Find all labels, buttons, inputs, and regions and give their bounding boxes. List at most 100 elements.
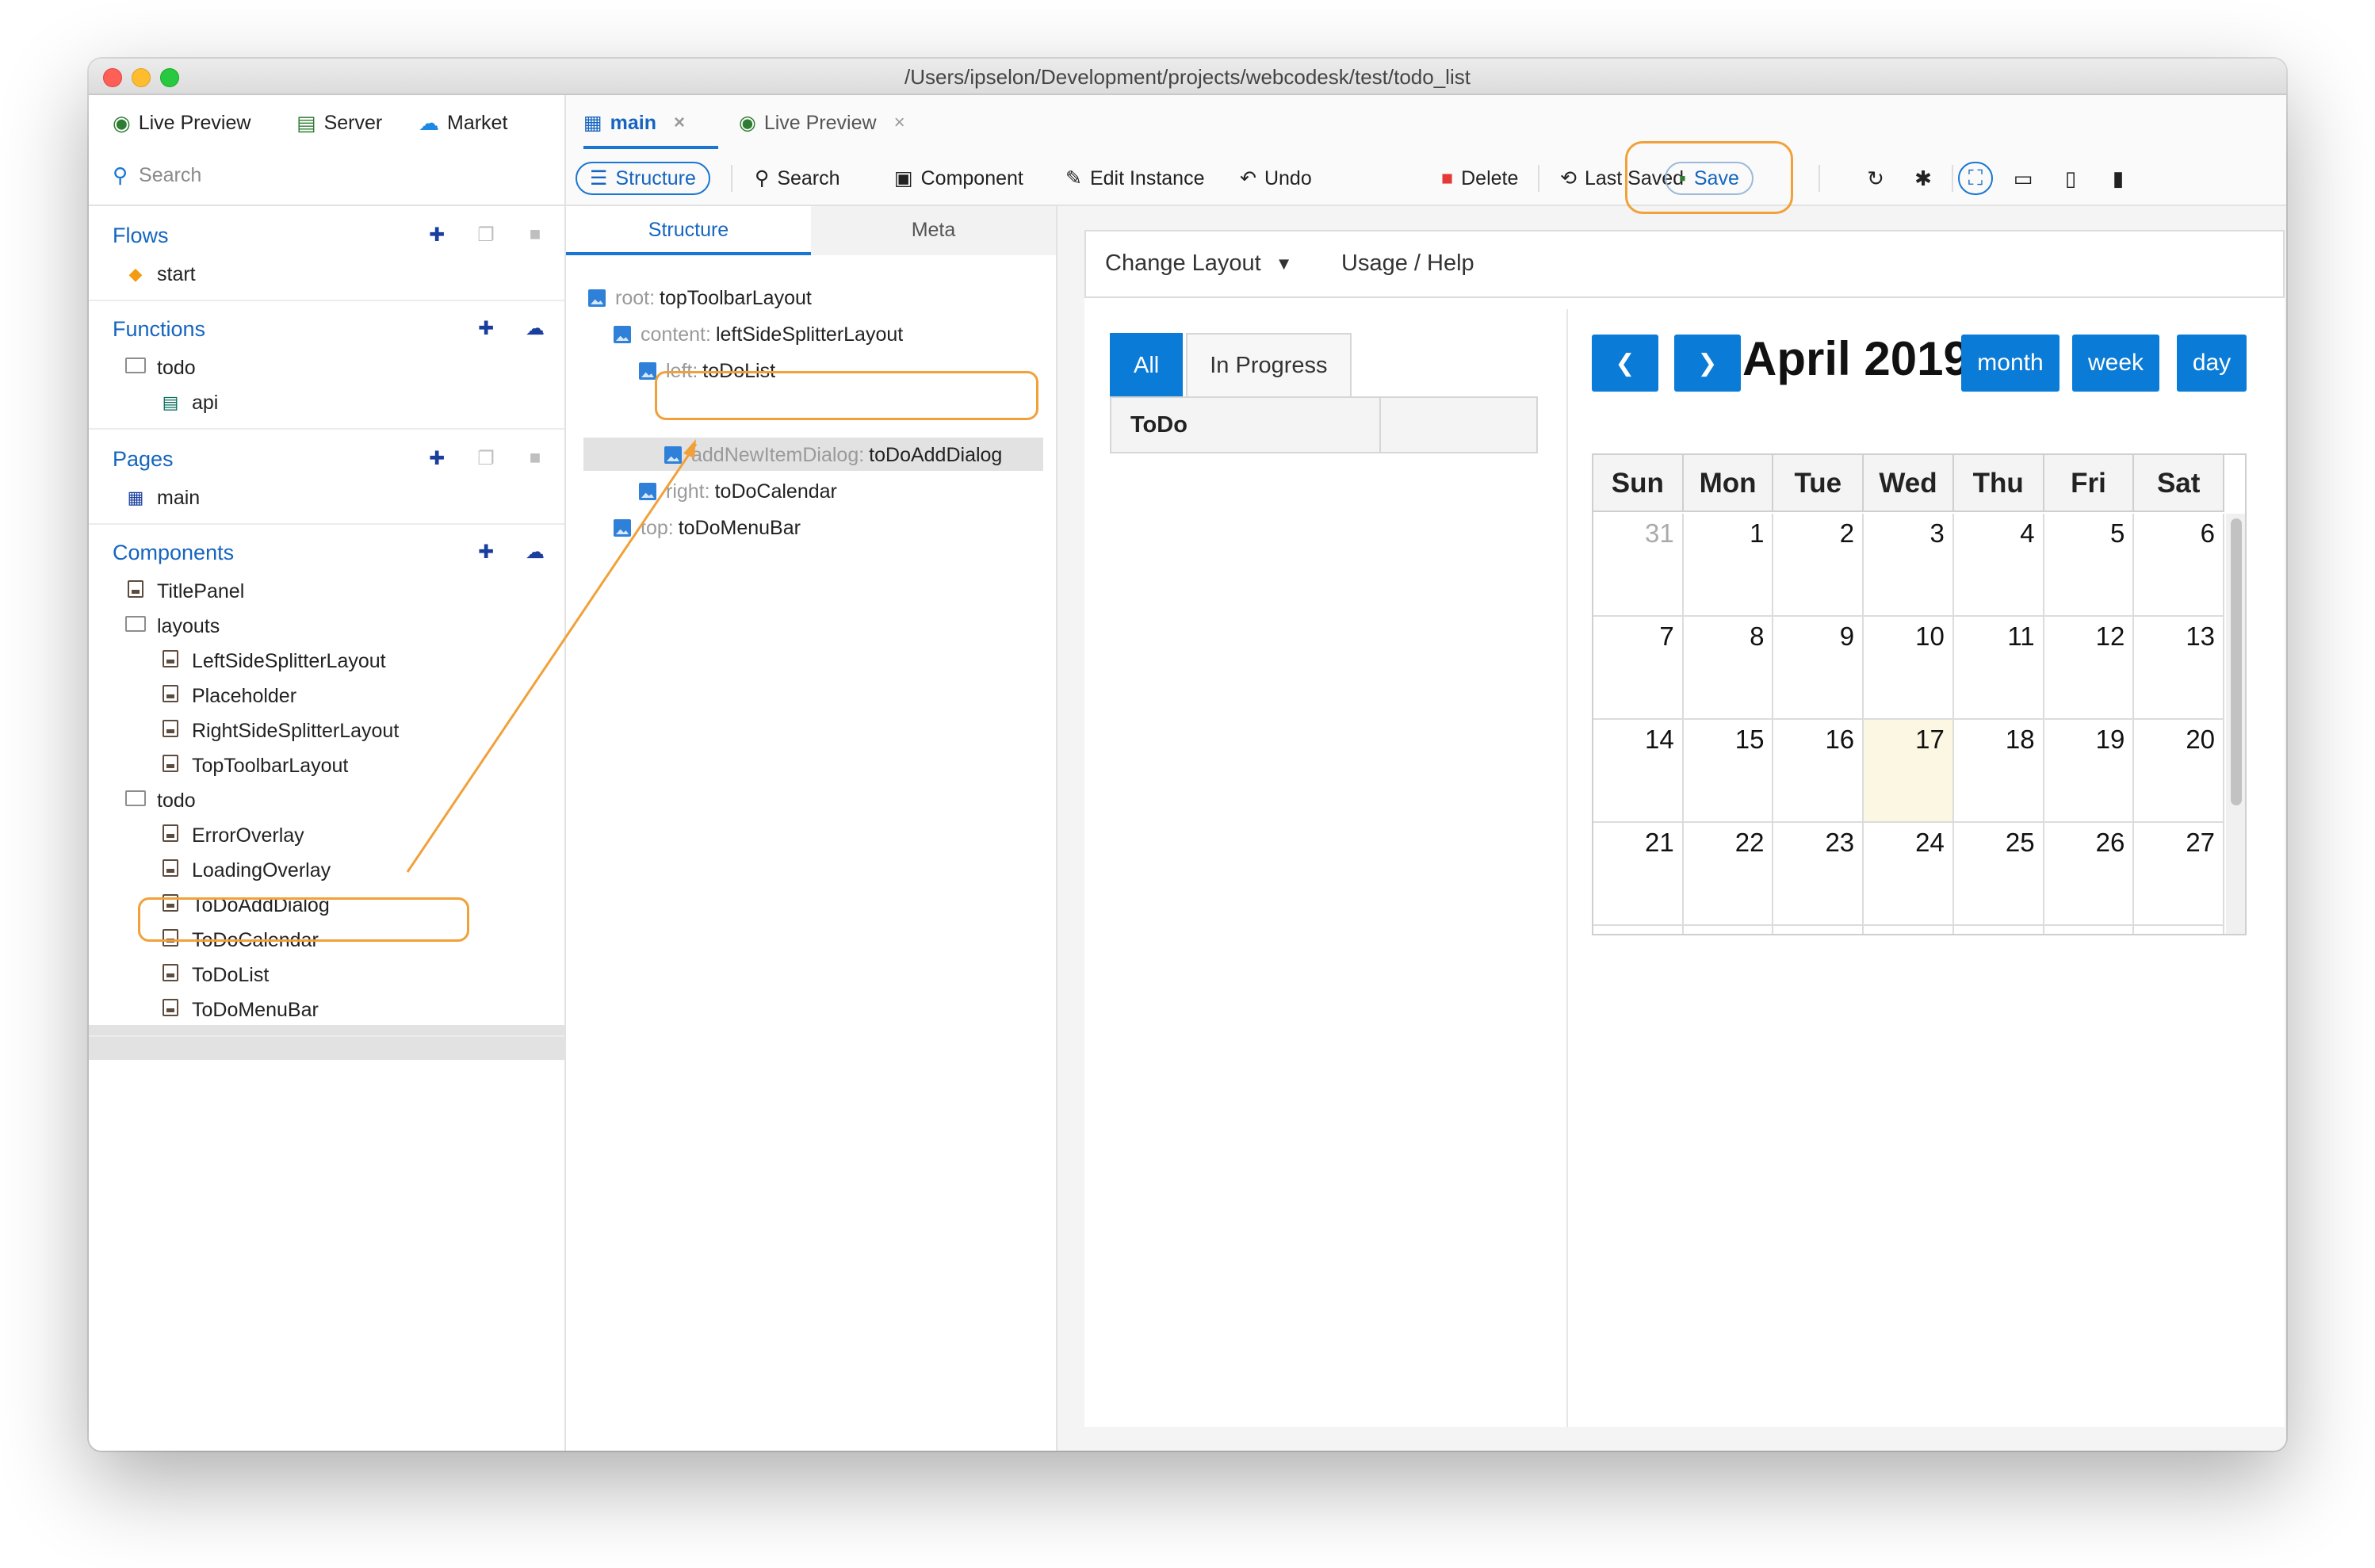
component-button[interactable]: ▣ Component [894,162,1023,195]
tab-all[interactable]: All [1110,333,1184,398]
calendar-month-button[interactable]: month [1961,335,2059,392]
phone-icon[interactable]: ▮ [2101,162,2136,195]
close-icon[interactable]: × [674,112,685,134]
calendar-day-cell[interactable]: 20 [2134,720,2225,823]
add-file-icon[interactable]: ✚ [461,541,511,564]
component-item-todolist[interactable]: ToDoList [159,959,269,991]
delete-button[interactable]: ■ Delete [1441,162,1518,195]
calendar-next-button[interactable]: ❯ [1674,335,1741,392]
tree-node-content[interactable]: content: leftSideSplitterLayout [614,319,903,350]
trash-icon[interactable]: ■ [511,224,560,247]
component-item-loadingoverlay[interactable]: LoadingOverlay [159,855,331,886]
calendar-day-cell[interactable]: 18 [1953,720,2044,823]
calendar-day-cell[interactable]: 19 [2044,720,2135,823]
calendar-day-cell[interactable]: 8 [1683,617,1774,720]
component-item-placeholder[interactable]: Placeholder [159,680,296,712]
calendar-day-cell[interactable]: 2 [1773,514,1864,617]
page-item-main[interactable]: ▦ main [124,482,201,514]
flow-item-start[interactable]: ◆ start [124,258,196,290]
calendar-day-cell[interactable]: 4 [1953,514,2044,617]
tree-node-addnewitemdialog[interactable]: addNewItemDialog: toDoAddDialog [664,439,1002,471]
bug-icon[interactable]: ✱ [1906,162,1941,195]
usage-help-menu[interactable]: Usage / Help [1341,250,1474,277]
copy-icon[interactable]: ❐ [461,447,511,470]
calendar-day-cell[interactable]: 9 [1773,617,1864,720]
calendar-day-cell[interactable]: 3 [1864,514,1954,617]
calendar-day-cell[interactable]: 29 [1684,926,1774,934]
add-file-icon[interactable]: ✚ [412,224,461,247]
calendar-day-cell[interactable]: 14 [1593,720,1684,823]
calendar-week-button[interactable]: week [2072,335,2159,392]
market-button[interactable]: ☁ Market [419,109,507,136]
live-preview-button[interactable]: ◉ Live Preview [113,109,251,136]
tab-meta[interactable]: Meta [811,206,1056,255]
tree-node-right[interactable]: right: toDoCalendar [639,476,837,507]
calendar-day-cell[interactable]: 6 [2134,514,2225,617]
add-file-icon[interactable]: ✚ [461,317,511,340]
tab-in-progress[interactable]: In Progress [1186,333,1352,398]
tree-node-root[interactable]: root: topToolbarLayout [588,282,812,314]
tree-node-top[interactable]: top: toDoMenuBar [614,512,801,544]
calendar-day-cell[interactable]: 3 [2044,926,2135,934]
calendar-day-cell[interactable]: 15 [1683,720,1774,823]
tab-live-preview[interactable]: ◉ Live Preview × [739,105,905,141]
calendar-day-cell[interactable]: 5 [2044,514,2135,617]
cloud-download-icon[interactable]: ☁ [511,317,560,340]
calendar-day-cell[interactable]: 4 [2134,926,2225,934]
structure-button[interactable]: ☰ Structure [576,162,710,195]
calendar-day-cell[interactable]: 16 [1773,720,1864,823]
add-file-icon[interactable]: ✚ [412,447,461,470]
calendar-day-cell[interactable]: 27 [2134,823,2225,926]
calendar-day-cell[interactable]: 10 [1864,617,1954,720]
cloud-download-icon[interactable]: ☁ [511,541,560,564]
component-item-erroroverlay[interactable]: ErrorOverlay [159,820,304,851]
component-item-rightsidesplitterlayout[interactable]: RightSideSplitterLayout [159,715,399,747]
edit-instance-button[interactable]: ✎ Edit Instance [1065,162,1204,195]
component-item-leftsidesplitterlayout[interactable]: LeftSideSplitterLayout [159,645,386,677]
calendar-day-cell[interactable]: 22 [1683,823,1774,926]
calendar-day-cell[interactable]: 31 [1593,514,1684,617]
fit-screen-icon[interactable]: ⛶ [1958,162,1993,195]
calendar-day-cell[interactable]: 24 [1864,823,1954,926]
calendar-day-cell[interactable]: 2 [1954,926,2044,934]
functions-folder-todo[interactable]: todo [124,352,196,384]
calendar-day-cell[interactable]: 1 [1683,514,1774,617]
calendar-day-cell[interactable]: 23 [1773,823,1864,926]
trash-icon[interactable]: ■ [511,447,560,470]
sidebar-search-input[interactable]: ⚲ Search [113,163,201,188]
desktop-icon[interactable]: ▭ [2006,162,2040,195]
calendar-day-cell[interactable]: 11 [1953,617,2044,720]
calendar-day-cell[interactable]: 1 [1864,926,1954,934]
tab-main[interactable]: ▦ main × [583,105,685,141]
calendar-prev-button[interactable]: ❮ [1592,335,1658,392]
components-folder-layouts[interactable]: layouts [124,610,220,642]
caret-down-icon: ▼ [1275,253,1293,273]
calendar-day-cell[interactable]: 25 [1953,823,2044,926]
calendar-day-button[interactable]: day [2177,335,2247,392]
calendar-day-cell[interactable]: 26 [2044,823,2135,926]
calendar-scrollbar[interactable] [2226,514,2245,934]
tablet-icon[interactable]: ▯ [2053,162,2088,195]
tab-structure[interactable]: Structure [566,206,811,255]
reload-icon[interactable]: ↻ [1858,162,1893,195]
calendar-day-cell[interactable]: 17 [1864,720,1954,823]
calendar-day-cell[interactable]: 13 [2134,617,2225,720]
component-item-titlepanel[interactable]: TitlePanel [124,576,244,607]
calendar-day-cell[interactable]: 21 [1593,823,1684,926]
search-button[interactable]: ⚲ Search [755,162,840,195]
calendar-day-cell[interactable]: 7 [1593,617,1684,720]
change-layout-menu[interactable]: Change Layout ▼ [1105,250,1293,277]
close-icon[interactable]: × [894,112,905,134]
calendar-day-cell[interactable]: 12 [2044,617,2135,720]
scrollbar-thumb[interactable] [2231,518,2242,805]
server-button[interactable]: ▤ Server [296,109,382,136]
components-folder-todo[interactable]: todo [124,785,196,817]
component-item-toptoolbarlayout[interactable]: TopToolbarLayout [159,750,348,782]
copy-icon[interactable]: ❐ [461,224,511,247]
component-item-todomenubar[interactable]: ToDoMenuBar [159,994,319,1026]
splitter-divider[interactable] [1566,309,1568,1427]
undo-button[interactable]: ↶ Undo [1240,162,1312,195]
calendar-day-cell[interactable]: 28 [1593,926,1684,934]
function-item-api[interactable]: ▤ api [159,387,219,419]
calendar-day-cell[interactable]: 30 [1773,926,1864,934]
